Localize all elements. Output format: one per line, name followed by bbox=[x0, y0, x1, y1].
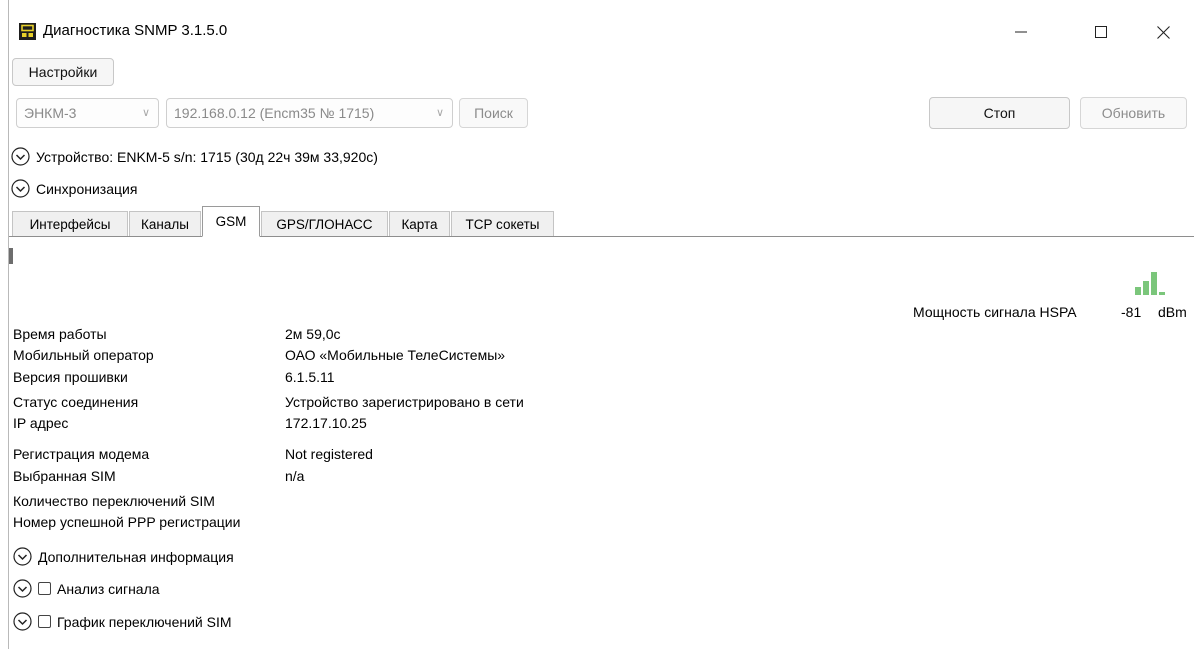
tab-interfaces[interactable]: Интерфейсы bbox=[12, 211, 128, 236]
firmware-label: Версия прошивки bbox=[13, 369, 128, 385]
operator-value: ОАО «Мобильные ТелеСистемы» bbox=[285, 347, 506, 363]
sim-switch-chart-checkbox[interactable] bbox=[38, 615, 51, 628]
window-title: Диагностика SNMP 3.1.5.0 bbox=[43, 22, 228, 39]
minimize-button[interactable] bbox=[998, 10, 1044, 54]
signal-strength-label: Мощность сигнала HSPA bbox=[913, 304, 1077, 320]
device-type-value: ЭНКМ-3 bbox=[24, 105, 77, 121]
device-address-select[interactable]: 192.168.0.12 (Encm35 № 1715) ∨ bbox=[166, 98, 453, 128]
app-icon bbox=[19, 23, 36, 40]
additional-info-expander[interactable]: Дополнительная информация bbox=[13, 547, 234, 566]
close-button[interactable] bbox=[1140, 10, 1186, 54]
device-type-select[interactable]: ЭНКМ-3 ∨ bbox=[16, 98, 159, 128]
selected-sim-label: Выбранная SIM bbox=[13, 468, 116, 484]
ip-address-label: IP адрес bbox=[13, 415, 69, 431]
additional-info-label: Дополнительная информация bbox=[38, 548, 234, 565]
tab-map[interactable]: Карта bbox=[389, 211, 450, 236]
sync-label: Синхронизация bbox=[36, 180, 138, 197]
selected-sim-value: n/a bbox=[285, 468, 305, 484]
signal-analysis-checkbox[interactable] bbox=[38, 582, 51, 595]
stop-button[interactable]: Стоп bbox=[929, 97, 1070, 129]
firmware-value: 6.1.5.11 bbox=[285, 369, 335, 385]
sim-switch-chart-label: График переключений SIM bbox=[57, 613, 232, 630]
signal-bar bbox=[1143, 281, 1149, 295]
maximize-button[interactable] bbox=[1078, 10, 1124, 54]
uptime-label: Время работы bbox=[13, 326, 107, 342]
signal-bar bbox=[1159, 292, 1165, 295]
signal-bar bbox=[1135, 287, 1141, 295]
settings-button[interactable]: Настройки bbox=[12, 58, 114, 86]
tab-tcp-sockets[interactable]: TCP сокеты bbox=[451, 211, 554, 236]
minimize-icon bbox=[1015, 31, 1027, 33]
uptime-value: 2м 59,0с bbox=[285, 326, 341, 342]
tab-channels[interactable]: Каналы bbox=[129, 211, 201, 236]
connection-status-label: Статус соединения bbox=[13, 394, 139, 410]
chevron-down-circle-icon bbox=[11, 179, 30, 198]
operator-label: Мобильный оператор bbox=[13, 347, 154, 363]
signal-analysis-expander[interactable]: Анализ сигнала bbox=[13, 579, 160, 598]
sim-switch-chart-expander[interactable]: График переключений SIM bbox=[13, 612, 232, 631]
chevron-down-circle-icon bbox=[13, 612, 32, 631]
signal-strength-unit: dBm bbox=[1158, 304, 1187, 320]
chevron-down-circle-icon bbox=[13, 547, 32, 566]
maximize-icon bbox=[1095, 26, 1107, 38]
device-expander[interactable]: Устройство: ENKM-5 s/n: 1715 (30д 22ч 39… bbox=[11, 147, 378, 166]
modem-registration-label: Регистрация модема bbox=[13, 446, 150, 462]
modem-registration-value: Not registered bbox=[285, 446, 373, 462]
chevron-down-icon: ∨ bbox=[435, 107, 444, 119]
splitter-handle[interactable] bbox=[9, 248, 13, 264]
connection-status-value: Устройство зарегистрировано в сети bbox=[285, 394, 524, 410]
chevron-down-circle-icon bbox=[11, 147, 30, 166]
signal-bar bbox=[1151, 272, 1157, 295]
refresh-button[interactable]: Обновить bbox=[1080, 97, 1187, 129]
sim-switch-count-label: Количество переключений SIM bbox=[13, 493, 215, 509]
ip-address-value: 172.17.10.25 bbox=[285, 415, 367, 431]
search-button[interactable]: Поиск bbox=[459, 98, 528, 128]
tab-gsm[interactable]: GSM bbox=[202, 206, 260, 237]
close-icon bbox=[1156, 25, 1170, 39]
chevron-down-circle-icon bbox=[13, 579, 32, 598]
signal-analysis-label: Анализ сигнала bbox=[57, 580, 160, 597]
chevron-down-icon: ∨ bbox=[141, 107, 150, 119]
ppp-registration-label: Номер успешной PPP регистрации bbox=[13, 514, 241, 530]
device-info-label: Устройство: ENKM-5 s/n: 1715 (30д 22ч 39… bbox=[36, 148, 378, 165]
sync-expander[interactable]: Синхронизация bbox=[11, 179, 137, 198]
signal-strength-icon bbox=[1135, 272, 1165, 295]
tab-strip-border bbox=[9, 236, 1194, 237]
tab-gps-glonass[interactable]: GPS/ГЛОНАСС bbox=[261, 211, 388, 236]
window-left-border bbox=[8, 0, 9, 649]
device-address-value: 192.168.0.12 (Encm35 № 1715) bbox=[174, 105, 375, 121]
signal-strength-value: -81 bbox=[1121, 304, 1142, 320]
